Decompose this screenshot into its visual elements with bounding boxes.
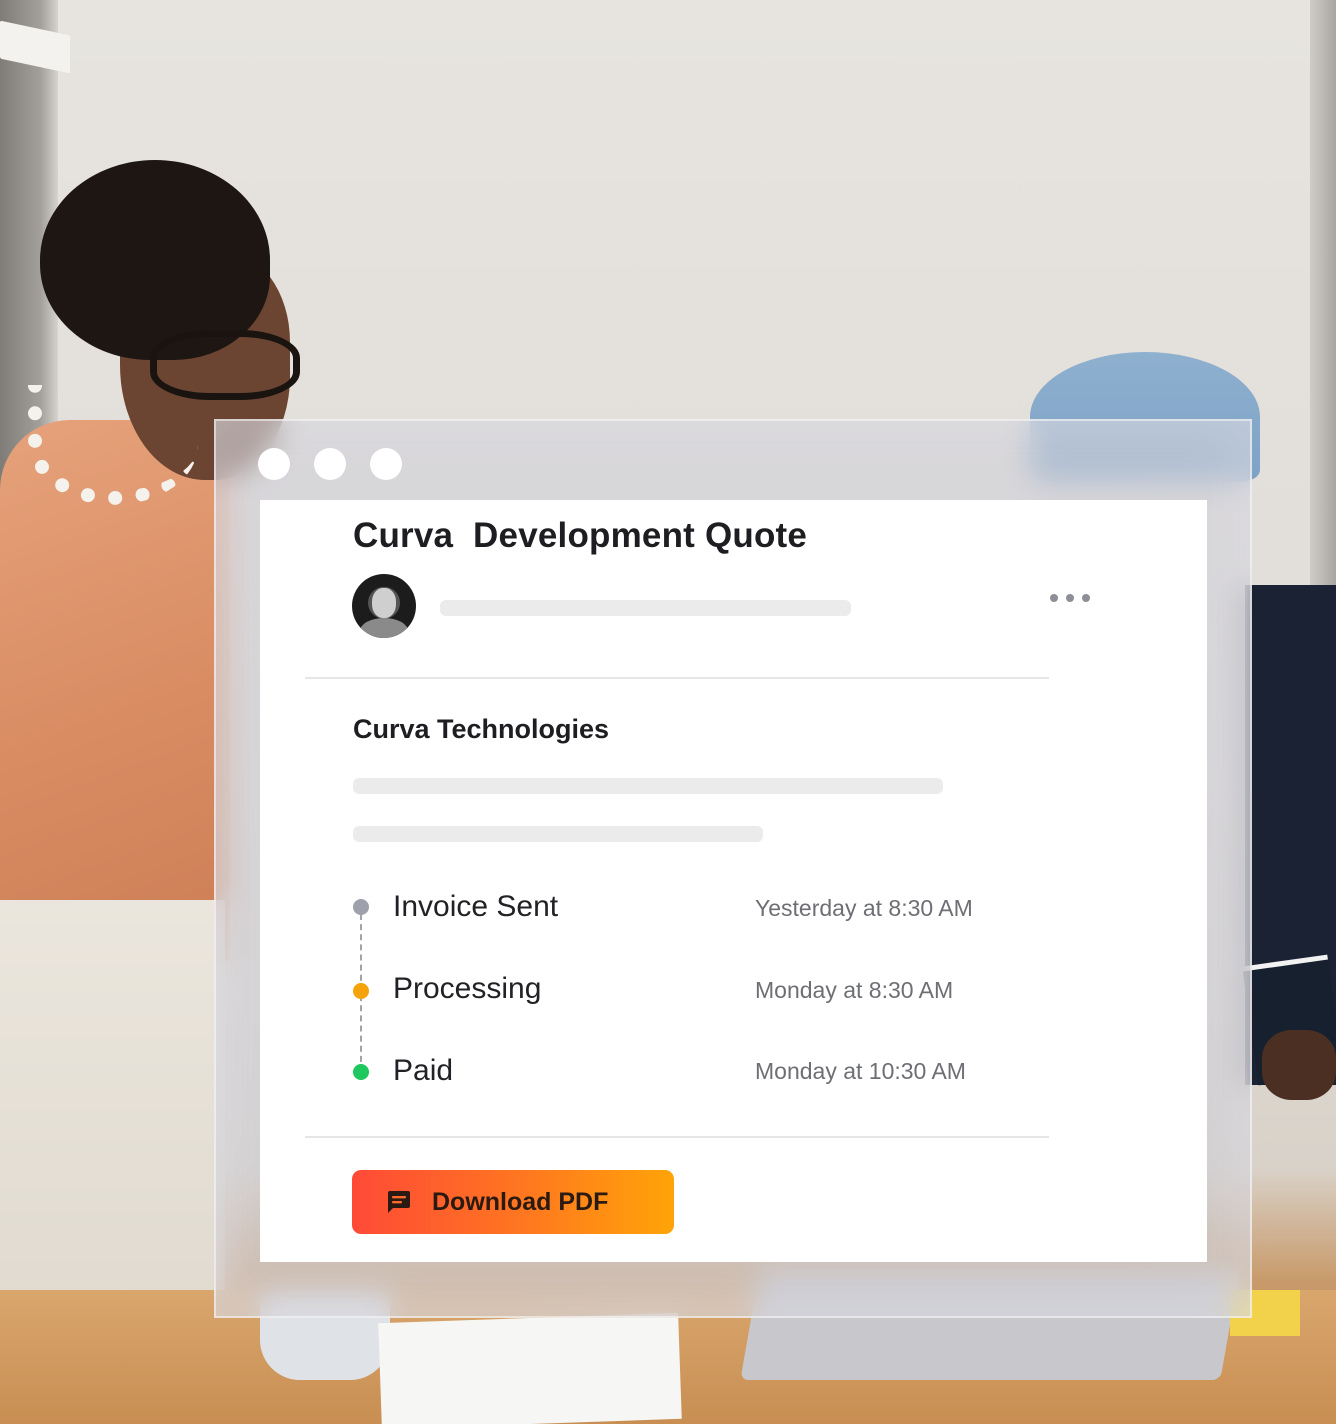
window-dot-1[interactable] bbox=[258, 448, 290, 480]
timeline-dot-paid bbox=[353, 1064, 369, 1080]
quote-card: Curva Development Quote Curva Technologi… bbox=[260, 500, 1207, 1262]
avatar-shoulders bbox=[360, 618, 408, 638]
download-pdf-label: Download PDF bbox=[432, 1187, 609, 1216]
company-name: Curva Technologies bbox=[353, 714, 610, 744]
timeline-label: Invoice Sent bbox=[393, 890, 559, 923]
download-pdf-button[interactable]: Download PDF bbox=[352, 1170, 674, 1234]
quote-title: Curva Development Quote bbox=[353, 516, 808, 555]
description-placeholder-2 bbox=[353, 826, 763, 842]
window-controls bbox=[258, 448, 402, 480]
papers bbox=[378, 1312, 682, 1424]
timeline-label: Processing bbox=[393, 972, 542, 1005]
background-column bbox=[1310, 0, 1336, 620]
person-left-necklace bbox=[28, 385, 198, 505]
avatar-face bbox=[372, 588, 396, 618]
avatar[interactable] bbox=[352, 574, 416, 638]
timeline-time: Yesterday at 8:30 AM bbox=[755, 895, 973, 921]
timeline-time: Monday at 8:30 AM bbox=[755, 977, 954, 1003]
description-placeholder-1 bbox=[353, 778, 943, 794]
window-dot-2[interactable] bbox=[314, 448, 346, 480]
divider-bottom bbox=[305, 1136, 1049, 1138]
timeline-label: Paid bbox=[393, 1054, 454, 1087]
divider-top bbox=[305, 677, 1049, 679]
author-name-placeholder bbox=[440, 600, 851, 616]
person-right-hand bbox=[1262, 1030, 1336, 1100]
window-dot-3[interactable] bbox=[370, 448, 402, 480]
timeline-dot-processing bbox=[353, 983, 369, 999]
message-square-icon bbox=[388, 1191, 410, 1213]
timeline-dot-invoice-sent bbox=[353, 899, 369, 915]
more-horizontal-icon[interactable] bbox=[1048, 576, 1092, 610]
timeline-time: Monday at 10:30 AM bbox=[755, 1058, 966, 1084]
